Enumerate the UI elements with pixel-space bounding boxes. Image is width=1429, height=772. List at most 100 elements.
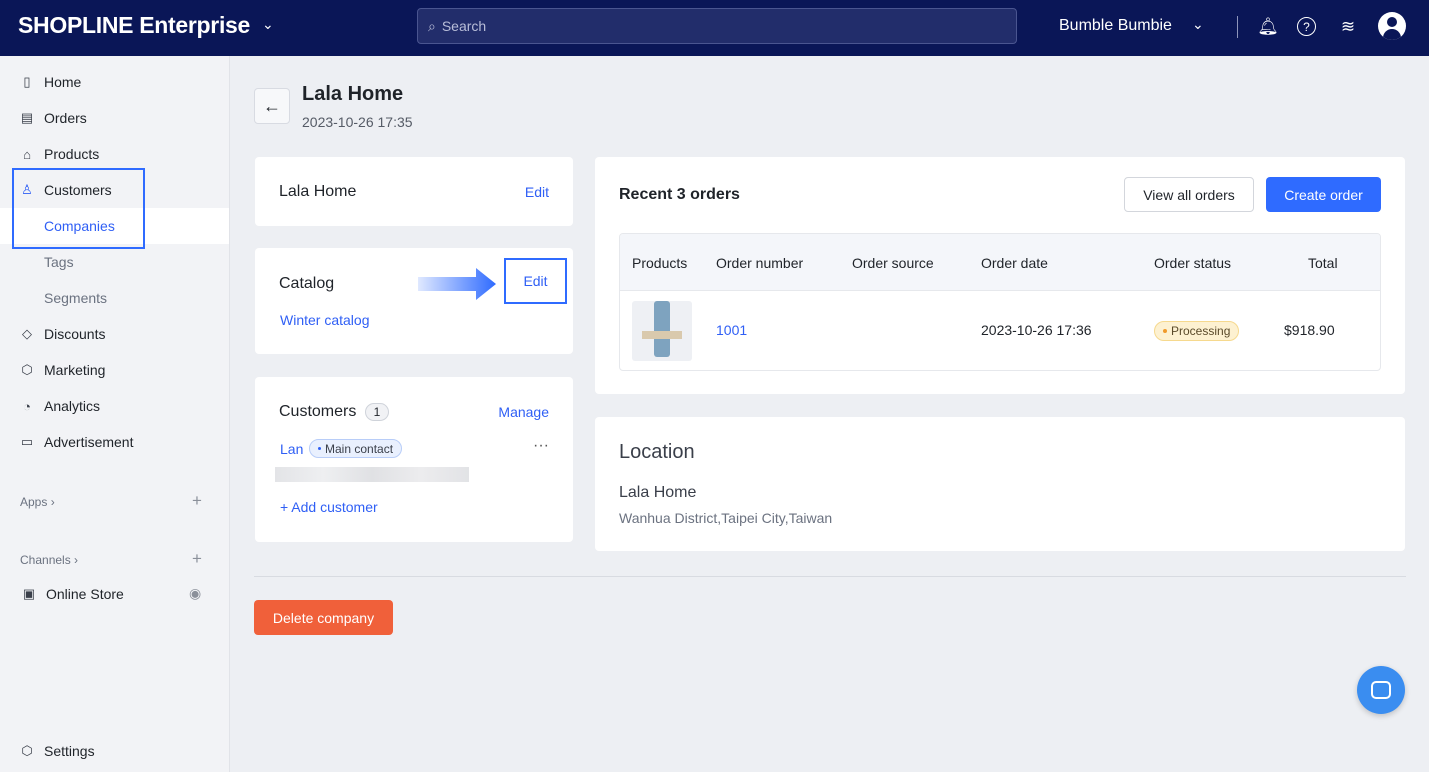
label: Processing [1171, 324, 1231, 338]
sidebar-item-analytics[interactable]: ◔ Analytics [0, 388, 229, 424]
company-card: Lala Home Edit [255, 157, 573, 226]
add-channel-icon[interactable]: + [192, 549, 202, 569]
column-header: Order status [1154, 255, 1232, 271]
order-date: 2023-10-26 17:36 [981, 322, 1092, 338]
apps-section[interactable]: Apps › [20, 495, 55, 509]
search-placeholder: Search [441, 18, 487, 34]
column-header: Order date [981, 255, 1048, 271]
label: Orders [44, 110, 87, 126]
page-title: Lala Home [302, 83, 404, 105]
customers-title: Customers [279, 403, 357, 420]
label: Analytics [44, 398, 101, 414]
manage-customers-link[interactable]: Manage [498, 404, 549, 420]
search-icon: ⌕ [428, 17, 436, 34]
catalog-title: Catalog [279, 275, 335, 292]
edit-company-link[interactable]: Edit [525, 184, 549, 200]
create-order-button[interactable]: Create order [1266, 177, 1381, 212]
label: Online Store [46, 586, 124, 602]
gear-icon: ⬡ [21, 743, 33, 758]
help-icon[interactable]: ? [1297, 17, 1316, 36]
divider [254, 576, 1406, 577]
orders-title: Recent 3 orders [619, 186, 740, 203]
ad-icon: ▭ [20, 434, 34, 449]
order-total: $918.90 [1284, 322, 1335, 338]
location-card: Location Lala Home Wanhua District,Taipe… [595, 417, 1405, 551]
label: Tags [44, 254, 74, 270]
sidebar-item-home[interactable]: ▯ Home [0, 64, 229, 100]
column-header: Total [1308, 255, 1338, 271]
table-header: Products Order number Order source Order… [620, 234, 1380, 290]
catalog-card: Catalog Edit Winter catalog [255, 248, 573, 354]
sidebar-item-advertisement[interactable]: ▭ Advertisement [0, 424, 229, 460]
chat-button[interactable] [1357, 666, 1405, 714]
bag-icon: ⌂ [23, 146, 31, 162]
box-icon: ⬡ [21, 362, 33, 377]
top-bar: SHOPLINE Enterprise ⌄ ⌕ Search Bumble Bum… [0, 0, 1429, 56]
view-all-orders-button[interactable]: View all orders [1124, 177, 1254, 212]
sidebar-item-products[interactable]: ⌂ Products [0, 136, 229, 172]
store-switcher[interactable]: Bumble Bumbie [1059, 17, 1172, 35]
sidebar-item-marketing[interactable]: ⬡ Marketing [0, 352, 229, 388]
label: Main contact [325, 441, 394, 456]
more-icon[interactable]: ··· [533, 437, 549, 455]
divider [1237, 16, 1238, 38]
label: Segments [44, 290, 108, 306]
orders-table: Products Order number Order source Order… [619, 233, 1381, 371]
main-contact-badge: Main contact [309, 439, 403, 458]
eye-icon[interactable]: ◉ [189, 585, 201, 602]
customer-count-badge: 1 [365, 403, 389, 421]
label: Products [44, 146, 100, 162]
chat-icon [1371, 681, 1391, 699]
orders-icon: ▤ [20, 110, 34, 125]
product-thumbnail [632, 301, 692, 361]
bell-icon[interactable]: 🔔︎ [1257, 16, 1279, 38]
store-icon: ▣ [22, 586, 36, 601]
wifi-icon[interactable]: ≋ [1337, 16, 1359, 38]
location-name: Lala Home [619, 484, 697, 501]
edit-catalog-link[interactable]: Edit [504, 258, 567, 304]
delete-company-button[interactable]: Delete company [254, 600, 393, 635]
back-button[interactable]: ← [254, 88, 290, 124]
location-title: Location [619, 441, 695, 463]
catalog-link[interactable]: Winter catalog [280, 312, 369, 328]
arrow-right-icon [418, 268, 498, 300]
column-header: Products [632, 255, 688, 271]
company-name: Lala Home [279, 183, 357, 200]
customer-name-link[interactable]: Lan [280, 441, 303, 457]
page-date: 2023-10-26 17:35 [302, 114, 413, 130]
label: Marketing [44, 362, 106, 378]
column-header: Order source [852, 255, 934, 271]
sidebar-item-orders[interactable]: ▤ Orders [0, 100, 229, 136]
label: Advertisement [44, 434, 134, 450]
order-number-link[interactable]: 1001 [716, 322, 747, 338]
label: Channels [20, 553, 71, 567]
add-app-icon[interactable]: + [192, 491, 202, 511]
sidebar-item-tags[interactable]: Tags [0, 244, 229, 280]
customers-card: Customers 1 Manage Lan Main contact ··· … [255, 377, 573, 542]
redacted-email [275, 467, 469, 482]
home-icon: ▯ [23, 74, 31, 89]
table-row[interactable]: 1001 2023-10-26 17:36 Processing $918.90 [620, 290, 1380, 370]
sidebar-item-discounts[interactable]: ◇ Discounts [0, 316, 229, 352]
sidebar-item-segments[interactable]: Segments [0, 280, 229, 316]
tag-icon: ◇ [22, 326, 32, 341]
brand-logo[interactable]: SHOPLINE Enterprise [18, 12, 250, 39]
highlight-box [12, 168, 145, 249]
recent-orders-card: Recent 3 orders View all orders Create o… [595, 157, 1405, 394]
channels-section[interactable]: Channels › [20, 553, 78, 567]
add-customer-link[interactable]: + Add customer [280, 499, 378, 515]
status-badge: Processing [1154, 321, 1240, 341]
sidebar: ▯ Home ▤ Orders ⌂ Products ♙ Customers Compa… [0, 56, 230, 772]
label: Settings [44, 743, 95, 759]
search-input[interactable]: ⌕ Search [417, 8, 1017, 44]
sidebar-item-settings[interactable]: ⬡ Settings [0, 733, 229, 769]
chevron-down-icon[interactable]: ⌄ [1192, 16, 1204, 33]
arrow-left-icon: ← [263, 95, 281, 116]
label: Home [44, 74, 82, 90]
chevron-down-icon[interactable]: ⌄ [262, 16, 274, 33]
pie-icon: ◔ [23, 398, 31, 414]
label: Discounts [44, 326, 106, 342]
location-address: Wanhua District,Taipei City,Taiwan [619, 510, 833, 526]
column-header: Order number [716, 255, 804, 271]
avatar[interactable] [1378, 12, 1406, 40]
